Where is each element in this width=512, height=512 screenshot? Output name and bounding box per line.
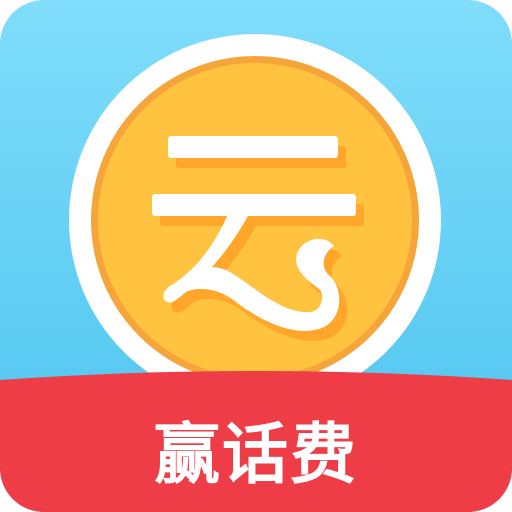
app-icon[interactable]: 赢话费 [0,0,512,512]
banner-label: 赢话费 [154,416,358,493]
